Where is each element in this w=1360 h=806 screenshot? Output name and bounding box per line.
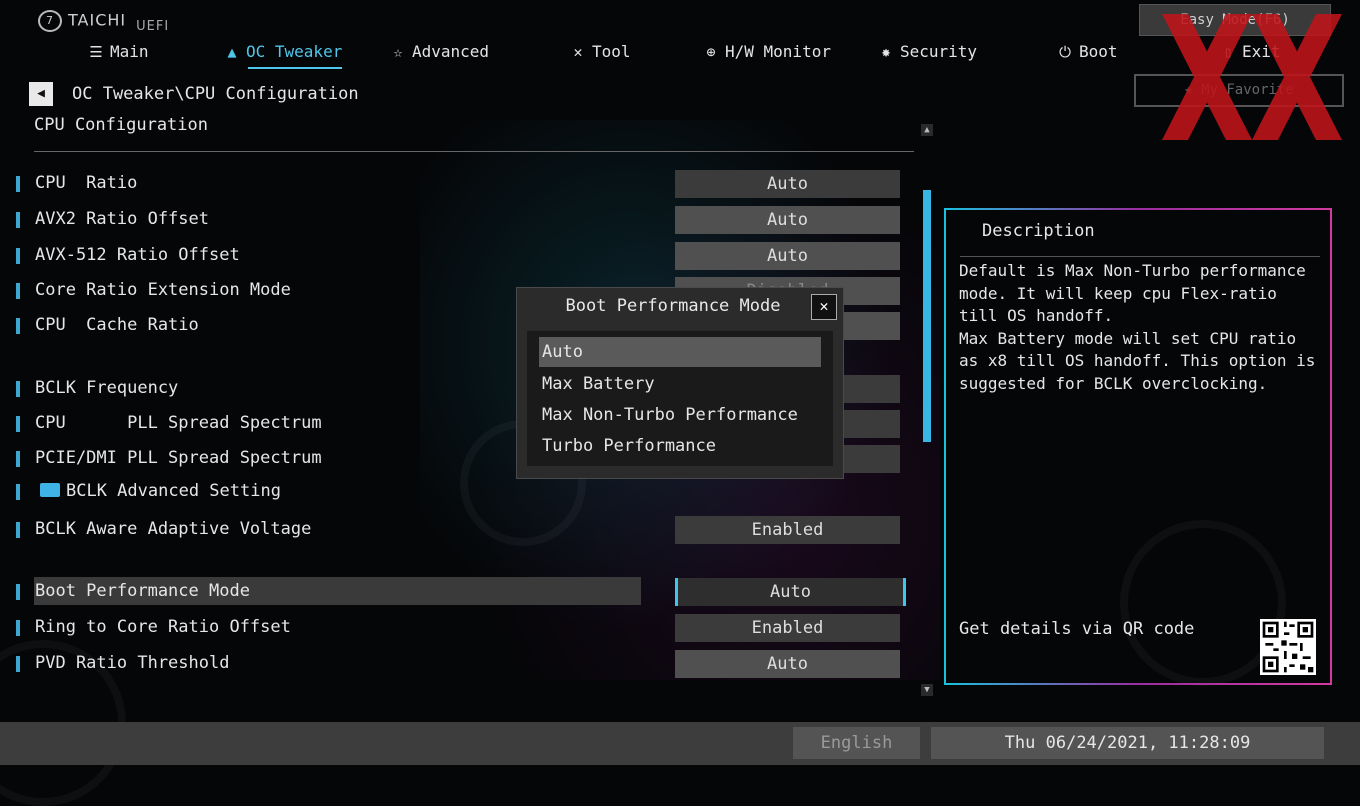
setting-row-pvd-ratio-threshold[interactable]: PVD Ratio Threshold Auto	[0, 650, 920, 680]
close-icon[interactable]: ✕	[811, 294, 837, 320]
tools-icon: ✕	[573, 42, 583, 61]
setting-label: BCLK Advanced Setting	[40, 481, 281, 501]
setting-label: PCIE/DMI PLL Spread Spectrum	[35, 448, 322, 468]
option-max-battery[interactable]: Max Battery	[539, 369, 821, 399]
breadcrumb: OC Tweaker\CPU Configuration	[72, 84, 359, 104]
setting-value[interactable]: Auto	[675, 242, 900, 270]
setting-value[interactable]: Auto	[675, 206, 900, 234]
brand-logo: 7 TAICHI UEFI	[38, 10, 169, 34]
language-button[interactable]: English	[793, 727, 920, 759]
setting-row-ring-to-core-ratio-offset[interactable]: Ring to Core Ratio Offset Enabled	[0, 614, 920, 644]
options-list: Auto Max Battery Max Non-Turbo Performan…	[527, 331, 833, 466]
back-button[interactable]: ◀	[29, 82, 53, 106]
bullet-marker	[16, 584, 20, 600]
easy-mode-button[interactable]: Easy Mode(F6)	[1139, 4, 1331, 36]
description-title: Description	[982, 221, 1095, 241]
page-title: CPU Configuration	[34, 115, 208, 135]
bullet-marker	[16, 522, 20, 538]
bullet-marker	[16, 283, 20, 299]
setting-label: Boot Performance Mode	[35, 581, 250, 601]
folder-icon	[40, 483, 60, 497]
bullet-marker	[16, 248, 20, 264]
setting-value[interactable]: Auto	[675, 650, 900, 678]
setting-row-avx512-ratio-offset[interactable]: AVX-512 Ratio Offset Auto	[0, 242, 920, 272]
rocket-icon: ▲	[227, 42, 237, 61]
option-turbo-performance[interactable]: Turbo Performance	[539, 431, 821, 461]
setting-label: AVX2 Ratio Offset	[35, 209, 209, 229]
scroll-down-arrow-icon[interactable]: ▼	[921, 684, 933, 696]
arrow-left-icon: ◀	[37, 86, 45, 101]
setting-label: PVD Ratio Threshold	[35, 653, 230, 673]
setting-value[interactable]: Enabled	[675, 614, 900, 642]
tab-oc-tweaker[interactable]: ▲ OC Tweaker	[224, 42, 343, 69]
divider	[34, 151, 914, 152]
setting-value[interactable]: Auto	[675, 578, 906, 606]
divider	[960, 256, 1320, 257]
setting-row-bclk-aware-adaptive-voltage[interactable]: BCLK Aware Adaptive Voltage Enabled	[0, 516, 920, 546]
setting-label: CPU PLL Spread Spectrum	[35, 413, 322, 433]
tab-main[interactable]: ☰ Main	[88, 42, 148, 61]
bullet-marker	[16, 656, 20, 672]
bullet-marker	[16, 416, 20, 432]
list-icon: ☰	[89, 42, 103, 61]
shield-icon: ✸	[881, 42, 891, 61]
option-auto[interactable]: Auto	[539, 337, 821, 367]
bullet-marker	[16, 451, 20, 467]
bullet-marker	[16, 176, 20, 192]
setting-label: CPU Cache Ratio	[35, 315, 199, 335]
tab-exit[interactable]: ▯ Exit	[1220, 42, 1280, 61]
dialog-title: Boot Performance Mode	[565, 296, 781, 316]
setting-row-cpu-ratio[interactable]: CPU Ratio Auto	[0, 170, 920, 200]
tab-hw-monitor[interactable]: ⊕ H/W Monitor	[703, 42, 830, 61]
description-panel: Description Default is Max Non-Turbo per…	[944, 208, 1332, 685]
bullet-marker	[16, 212, 20, 228]
setting-label: BCLK Frequency	[35, 378, 179, 398]
bullet-marker	[16, 318, 20, 334]
setting-label: AVX-512 Ratio Offset	[35, 245, 240, 265]
active-tab-underline	[248, 67, 343, 69]
setting-label: Ring to Core Ratio Offset	[35, 617, 291, 637]
bullet-marker	[16, 484, 20, 500]
boot-performance-mode-dialog: Boot Performance Mode ✕ Auto Max Battery…	[516, 287, 844, 479]
setting-label: BCLK Aware Adaptive Voltage	[35, 519, 312, 539]
setting-value[interactable]: Auto	[675, 170, 900, 198]
scroll-up-arrow-icon[interactable]: ▲	[921, 124, 933, 136]
setting-row-boot-performance-mode[interactable]: Boot Performance Mode Auto	[0, 577, 920, 608]
bullet-marker	[16, 381, 20, 397]
qr-code-label: Get details via QR code	[959, 619, 1195, 639]
setting-row-avx2-ratio-offset[interactable]: AVX2 Ratio Offset Auto	[0, 206, 920, 236]
scrollbar-thumb[interactable]	[923, 190, 931, 442]
setting-row-bclk-advanced-setting[interactable]: BCLK Advanced Setting	[0, 478, 920, 508]
setting-label: Core Ratio Extension Mode	[35, 280, 291, 300]
monitor-icon: ⊕	[706, 42, 716, 61]
setting-value[interactable]: Enabled	[675, 516, 900, 544]
option-max-non-turbo-performance[interactable]: Max Non-Turbo Performance	[539, 400, 821, 430]
bullet-marker	[16, 620, 20, 636]
scrollbar[interactable]: ▲ ▼	[921, 124, 933, 696]
star-icon: ☆	[393, 42, 403, 61]
description-text: Default is Max Non-Turbo performance mod…	[959, 261, 1316, 393]
star-icon: ★	[1184, 82, 1202, 98]
taichi-logo-icon: 7	[38, 10, 62, 32]
tab-boot[interactable]: ⏻ Boot	[1057, 42, 1117, 61]
setting-label: CPU Ratio	[35, 173, 138, 193]
power-icon: ⏻	[1059, 42, 1071, 61]
tab-tool[interactable]: ✕ Tool	[570, 42, 630, 61]
my-favorite-button[interactable]: ★ My Favorite	[1134, 74, 1344, 107]
qr-code-icon	[1260, 619, 1316, 675]
exit-icon: ▯	[1223, 42, 1233, 61]
date-time-display[interactable]: Thu 06/24/2021, 11:28:09	[931, 727, 1324, 759]
tab-advanced[interactable]: ☆ Advanced	[390, 42, 489, 61]
tab-security[interactable]: ✸ Security	[878, 42, 977, 61]
